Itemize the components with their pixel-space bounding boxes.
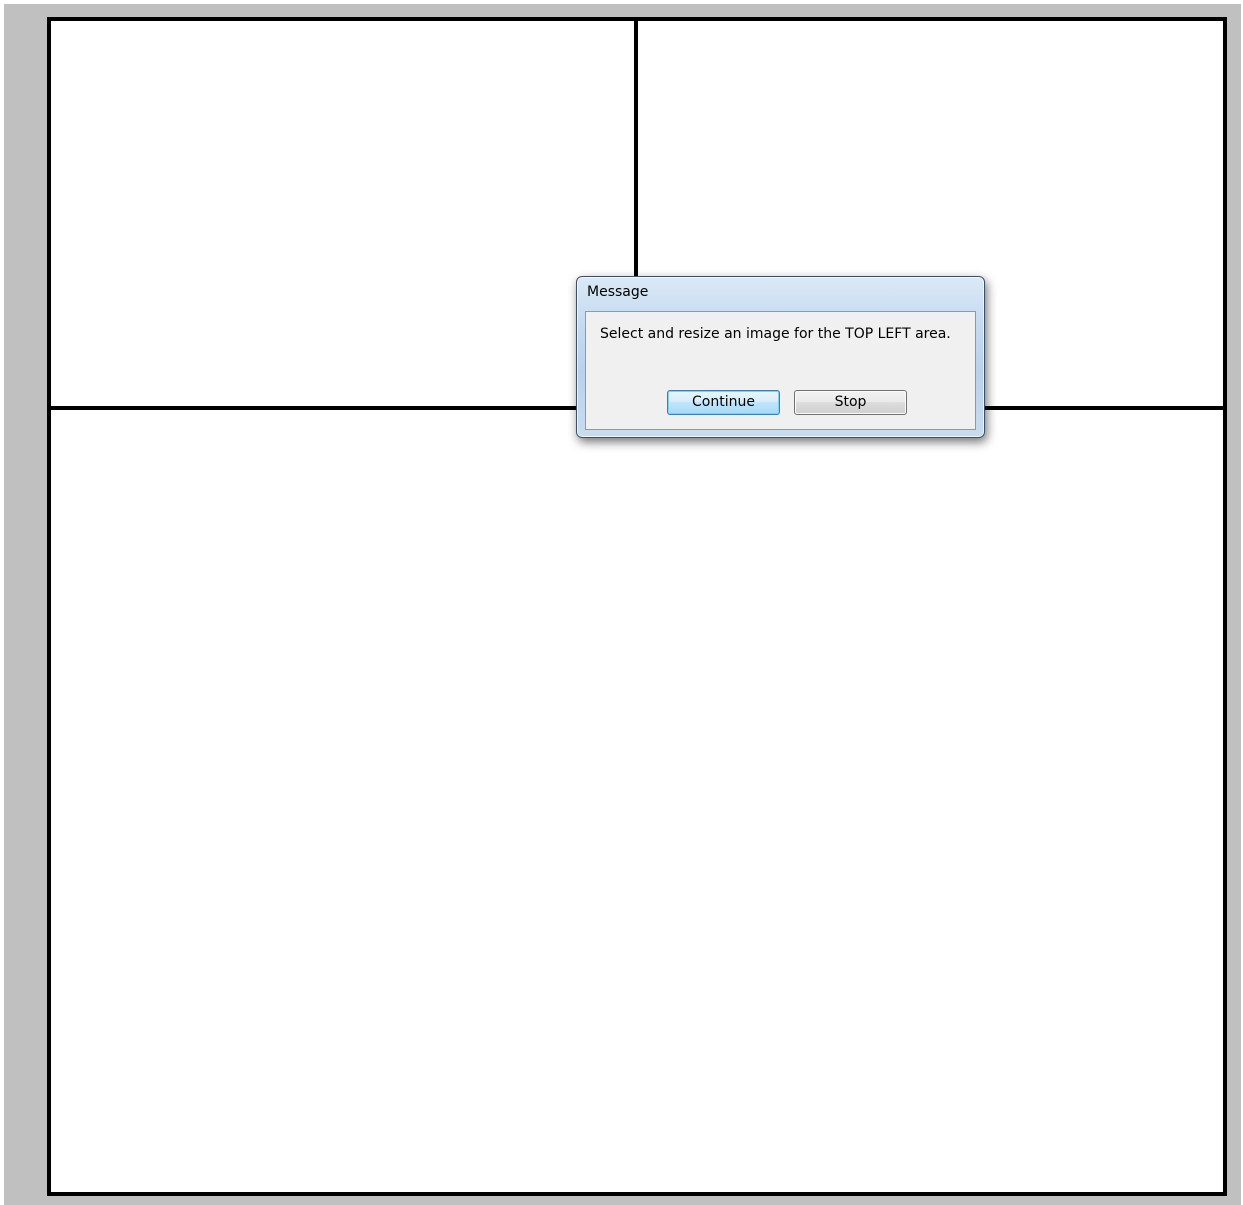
bottom-area[interactable] bbox=[51, 410, 1219, 1188]
continue-button[interactable]: Continue bbox=[667, 390, 780, 415]
dialog-title: Message bbox=[587, 284, 649, 300]
top-left-area[interactable] bbox=[51, 21, 634, 406]
dialog-body: Select and resize an image for the TOP L… bbox=[585, 311, 976, 430]
message-dialog: Message Select and resize an image for t… bbox=[576, 276, 985, 438]
dialog-message: Select and resize an image for the TOP L… bbox=[600, 326, 951, 342]
workspace: Message Select and resize an image for t… bbox=[0, 0, 1243, 1205]
stop-button[interactable]: Stop bbox=[794, 390, 907, 415]
